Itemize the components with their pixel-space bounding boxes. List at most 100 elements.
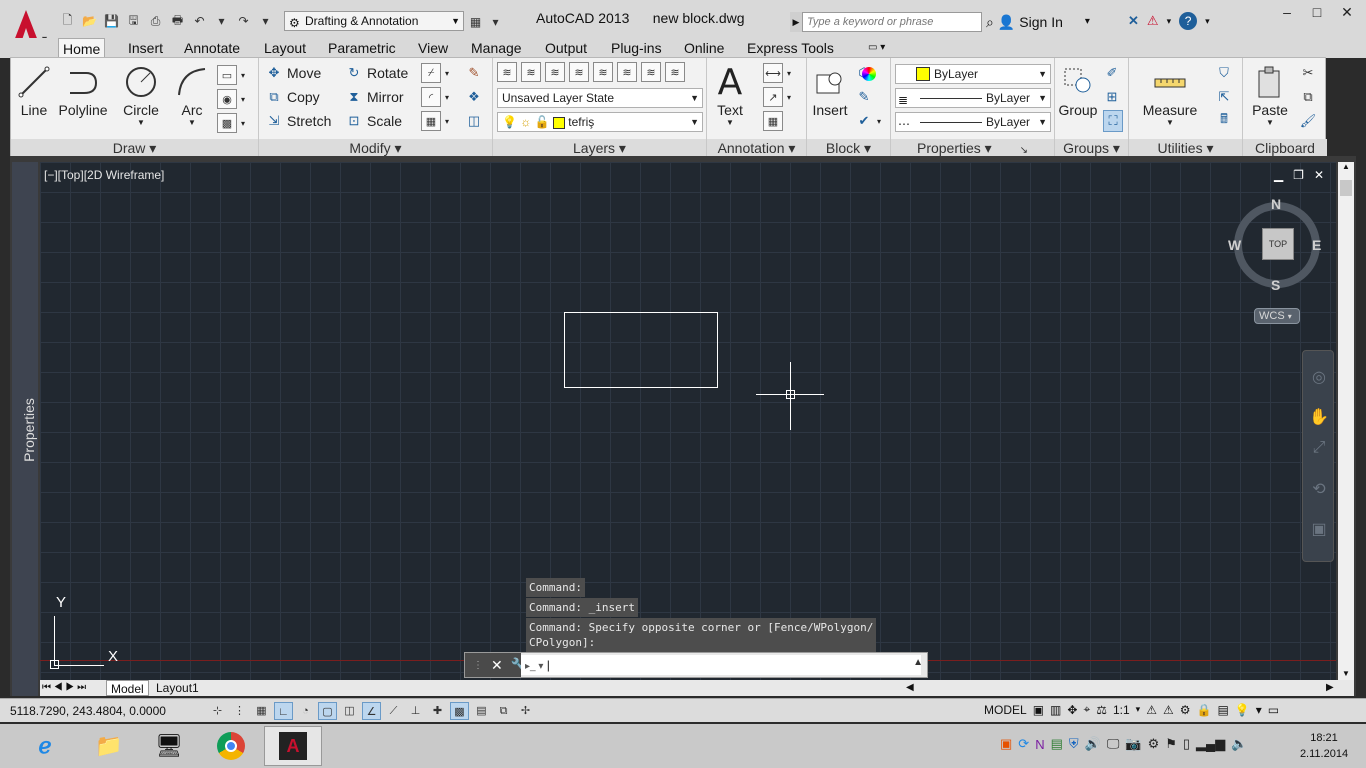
ucs-icon[interactable]: [50, 660, 59, 669]
wcs-menu[interactable]: WCS ▾: [1254, 308, 1300, 324]
tray-settings-icon[interactable]: ⚙: [1148, 736, 1160, 752]
help-icon[interactable]: ?: [1179, 12, 1198, 30]
tab-insert[interactable]: Insert: [124, 38, 167, 58]
leader-button[interactable]: ↗ ▾: [763, 86, 791, 108]
stay-connected-icon[interactable]: ⚠: [1147, 13, 1159, 29]
tab-output[interactable]: Output: [541, 38, 591, 58]
speaker-icon[interactable]: 🔈: [1231, 736, 1247, 752]
layer-isolate-icon[interactable]: ≋: [521, 62, 541, 82]
undo-icon[interactable]: ↶: [190, 12, 209, 31]
exchange-icon[interactable]: ✕: [1128, 13, 1139, 29]
pan-icon[interactable]: ✥: [1067, 703, 1077, 717]
explode-button[interactable]: ❖: [465, 86, 483, 108]
tab-annotate[interactable]: Annotate: [180, 38, 244, 58]
trim-button[interactable]: ⌿ ▾: [421, 62, 449, 84]
recent-commands-icon[interactable]: ▲: [913, 657, 923, 668]
signal-icon[interactable]: ▂▄▆: [1196, 736, 1225, 752]
tray-app-icon[interactable]: ▣: [1000, 736, 1012, 752]
attribute-button[interactable]: ✔ ▾: [855, 110, 881, 132]
layout-nav-icons[interactable]: ⏮ ◀ ▶ ⏭: [42, 680, 86, 696]
binoculars-icon[interactable]: ⌕: [986, 12, 994, 32]
quick-properties-icon[interactable]: ▤: [472, 702, 491, 720]
dimension-button[interactable]: ⟷ ▾: [763, 62, 791, 84]
tab-express-tools[interactable]: Express Tools: [743, 38, 838, 58]
redo-dropdown-icon[interactable]: ▾: [256, 12, 275, 31]
rotate-button[interactable]: ↻ Rotate: [345, 62, 409, 84]
tab-parametric[interactable]: Parametric: [324, 38, 400, 58]
close-icon[interactable]: ✕: [491, 657, 503, 674]
cut-button[interactable]: ✂: [1299, 62, 1317, 84]
3d-osnap-icon[interactable]: ◫: [340, 702, 359, 720]
offset-button[interactable]: ◫: [465, 110, 483, 132]
model-space-button[interactable]: MODEL: [984, 703, 1027, 717]
layer-previous-icon[interactable]: ≋: [617, 62, 637, 82]
layout-icon[interactable]: ▣: [1033, 703, 1044, 717]
group-button[interactable]: Group: [1057, 62, 1099, 118]
viewport-controls-label[interactable]: [−][Top][2D Wireframe]: [44, 168, 164, 182]
dialog-launcher-icon[interactable]: ↘: [1020, 145, 1028, 156]
insert-button[interactable]: Insert: [809, 62, 851, 118]
copy-clip-button[interactable]: ⧉: [1299, 86, 1317, 108]
search-expand-icon[interactable]: ▶: [790, 12, 802, 32]
panel-block-title[interactable]: Block ▾: [807, 139, 890, 157]
text-button[interactable]: A Text ▼: [711, 62, 749, 128]
restore-icon[interactable]: □: [1302, 2, 1332, 22]
tray-monitor-icon[interactable]: 🖵: [1107, 736, 1120, 752]
color-select[interactable]: ByLayer ▼: [862, 64, 1051, 84]
chevron-down-icon[interactable]: ▾: [1205, 16, 1210, 27]
compass-east[interactable]: E: [1312, 237, 1321, 253]
lineweight-select[interactable]: ≣ ByLayer ▼: [895, 88, 1051, 108]
dynamic-input-icon[interactable]: ⊥: [406, 702, 425, 720]
tab-layout1[interactable]: Layout1: [152, 680, 203, 696]
zoom-icon[interactable]: ⌖: [1083, 702, 1090, 717]
minimize-icon[interactable]: ▁: [1274, 168, 1283, 182]
steering-wheel-icon[interactable]: ◎: [1309, 367, 1329, 387]
scroll-up-icon[interactable]: ▲: [1338, 162, 1354, 171]
tab-layout[interactable]: Layout: [260, 38, 310, 58]
coordinates-readout[interactable]: 5118.7290, 243.4804, 0.0000: [10, 704, 166, 718]
quick-select-button[interactable]: ⛉: [1215, 62, 1233, 84]
open-file-icon[interactable]: 📂: [80, 12, 99, 31]
ortho-icon[interactable]: ∟: [274, 702, 293, 720]
line-button[interactable]: Line: [17, 62, 51, 118]
close-icon[interactable]: ✕: [1314, 168, 1324, 182]
zoom-extents-icon[interactable]: ⤢: [1309, 439, 1329, 459]
dynamic-ucs-icon[interactable]: ⟋: [384, 702, 403, 720]
layer-freeze-icon[interactable]: ≋: [569, 62, 589, 82]
block-rectangle[interactable]: [564, 312, 718, 388]
layer-unisolate-icon[interactable]: ≋: [641, 62, 661, 82]
layer-state-select[interactable]: Unsaved Layer State ▼: [497, 88, 703, 108]
annotation-monitor-icon[interactable]: ✢: [516, 702, 535, 720]
close-icon[interactable]: ✕: [1332, 2, 1362, 22]
layer-properties-icon[interactable]: ≋: [497, 62, 517, 82]
panel-groups-title[interactable]: Groups ▾: [1055, 139, 1128, 157]
scroll-left-icon[interactable]: ◀: [906, 680, 914, 696]
move-button[interactable]: ✥ Move: [265, 62, 322, 84]
minimize-icon[interactable]: –: [1272, 2, 1302, 22]
compass-north[interactable]: N: [1271, 196, 1281, 212]
viewcube-top-face[interactable]: TOP: [1262, 228, 1294, 260]
snap-mode-icon[interactable]: ⋮: [230, 702, 249, 720]
tab-view[interactable]: View: [414, 38, 452, 58]
annotation-scale-icon[interactable]: ⚖: [1096, 703, 1107, 717]
chevron-down-icon[interactable]: ▾: [1136, 704, 1141, 715]
copy-button[interactable]: ⧉ Copy: [265, 86, 319, 108]
publish-icon[interactable]: ⎙: [146, 12, 165, 31]
sign-in-button[interactable]: ⌕ 👤 Sign In ▾: [986, 12, 1090, 32]
compass-south[interactable]: S: [1271, 277, 1280, 293]
calculator-button[interactable]: 🖩: [1215, 110, 1233, 132]
panel-layers-title[interactable]: Layers ▾: [493, 139, 706, 157]
isolate-objects-icon[interactable]: 💡: [1235, 703, 1250, 717]
file-explorer-icon[interactable]: 📁: [80, 726, 138, 766]
select-all-button[interactable]: ⇱: [1215, 86, 1233, 108]
vertical-scrollbar[interactable]: ▲ ▼: [1338, 162, 1354, 680]
scroll-right-icon[interactable]: ▶: [1326, 680, 1334, 696]
stretch-button[interactable]: ⇲ Stretch: [265, 110, 332, 132]
status-menu-icon[interactable]: ▾: [1256, 703, 1262, 717]
restore-icon[interactable]: ❐: [1293, 168, 1304, 182]
group-edit-button[interactable]: ⊞: [1103, 86, 1121, 108]
match-properties-button[interactable]: 🖌: [1299, 110, 1317, 132]
array-button[interactable]: ▦ ▾: [421, 110, 449, 132]
system-clock[interactable]: 18:21 2.11.2014: [1296, 730, 1352, 762]
polyline-button[interactable]: Polyline: [55, 62, 111, 118]
